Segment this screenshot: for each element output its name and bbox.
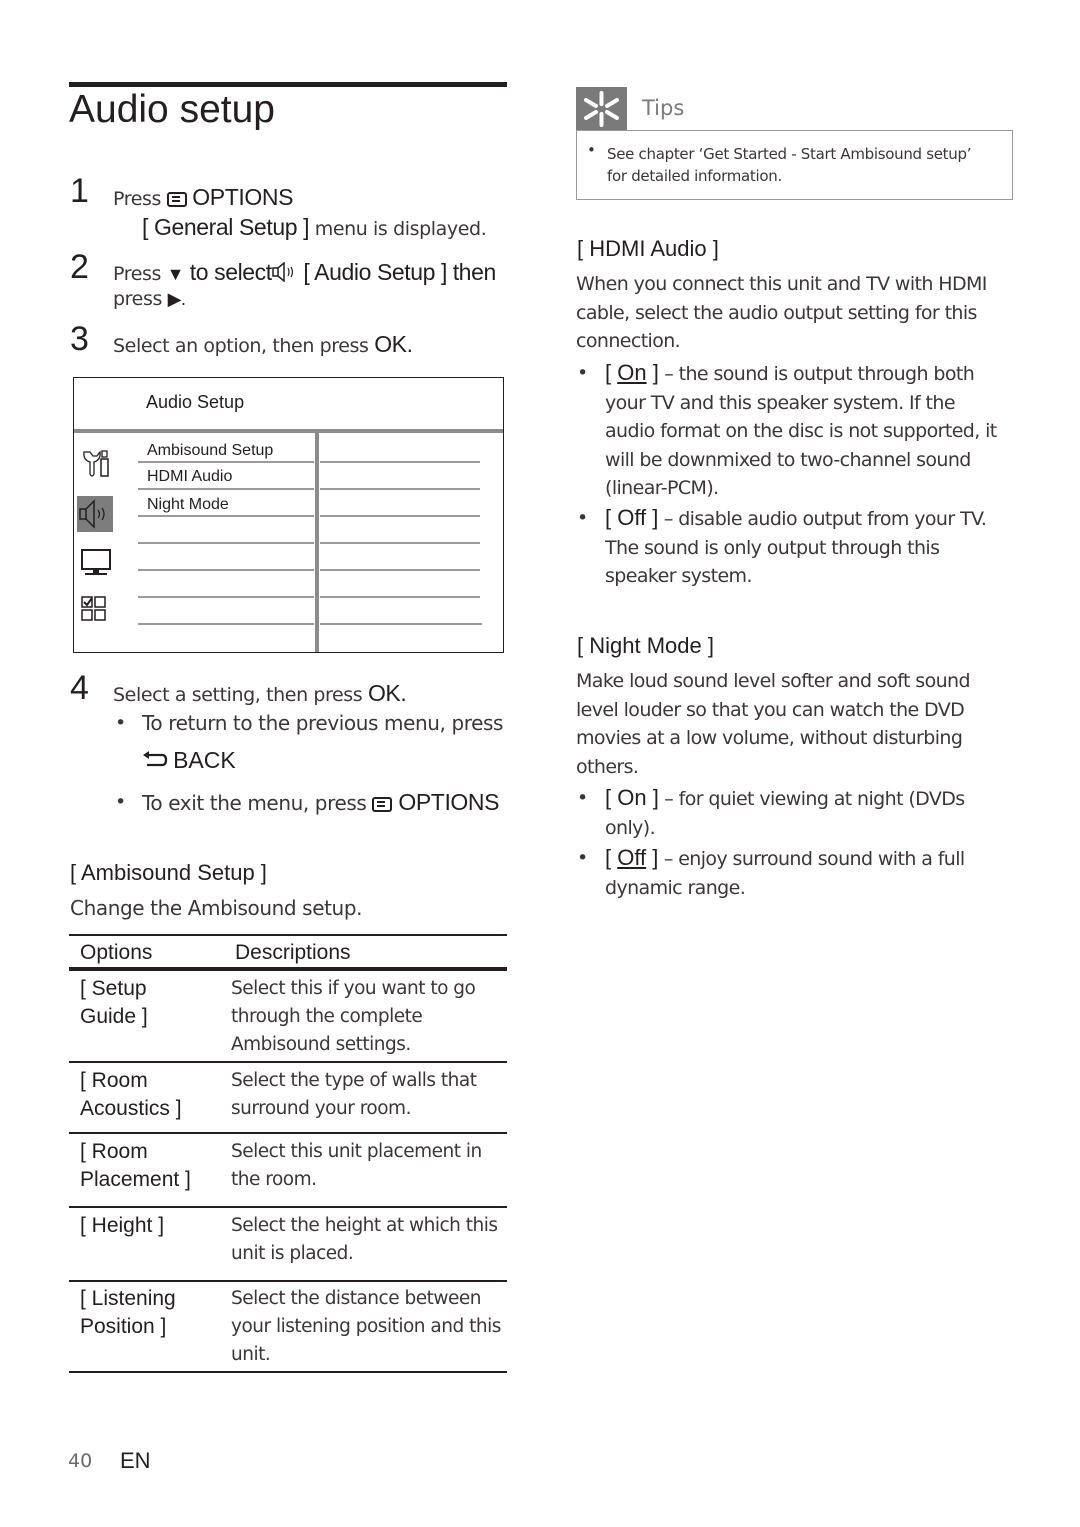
page-number: 40 (68, 1450, 93, 1472)
hdmi-option-off: • [ Off ] – disable audio output from yo… (577, 505, 987, 587)
table-row-option: [ Listening Position ] (80, 1287, 176, 1338)
menu-row-line (138, 488, 314, 490)
hdmi-audio-intro: When you connect this unit and TV with H… (576, 273, 987, 352)
menu-title: Audio Setup (146, 392, 245, 412)
menu-item-hdmi-audio[interactable]: HDMI Audio (147, 468, 232, 486)
step-3-text: Select an option, then press OK. (113, 331, 413, 357)
video-setup-icon[interactable] (80, 546, 114, 580)
audio-setup-menu-screen: Audio Setup Ambisound Setup HDMI Audio N… (73, 377, 504, 653)
night-option-on: • [ On ] – for quiet viewing at night (D… (577, 785, 965, 839)
menu-header-bar (74, 429, 503, 433)
arrow-down-icon: ▼ (166, 264, 185, 284)
night-mode-heading: [ Night Mode ] (577, 633, 714, 658)
step-1-result: [ General Setup ] menu is displayed. (142, 214, 487, 240)
step-number: 2 (70, 248, 89, 286)
tips-label: Tips (642, 96, 685, 120)
back-key-label: BACK (142, 747, 236, 774)
table-header-options: Options (80, 941, 153, 964)
menu-row-line (138, 542, 314, 544)
menu-row-line (320, 461, 480, 463)
table-header-descriptions: Descriptions (235, 941, 351, 964)
step-2-text: Press ▼ to select [ Audio Setup ] then (113, 259, 496, 285)
bullet-dot: • (115, 712, 126, 734)
menu-row-line (138, 515, 314, 517)
menu-row-line (320, 569, 480, 571)
options-key-icon (372, 797, 393, 812)
table-row-option: [ Room Placement ] (80, 1140, 191, 1191)
step-number: 4 (70, 669, 89, 707)
menu-row-line (320, 515, 480, 517)
ambisound-heading: [ Ambisound Setup ] (70, 860, 267, 885)
title-rule (69, 82, 507, 87)
option-on-default: On (617, 360, 647, 385)
back-arrow-icon (142, 751, 168, 769)
asterisk-icon (576, 87, 627, 131)
menu-row-line (320, 623, 482, 625)
language-code: EN (120, 1448, 151, 1473)
menu-row-line (320, 488, 480, 490)
table-header-rule (69, 967, 507, 971)
bullet-dot: • (115, 791, 126, 813)
table-row-option: [ Height ] (80, 1214, 165, 1237)
options-key-icon (166, 192, 187, 207)
table-row-description: Select this unit placement in the room. (231, 1141, 482, 1190)
table-row-rule (69, 1132, 507, 1134)
table-row-description: Select the height at which this unit is … (231, 1215, 498, 1264)
step-4-text: Select a setting, then press OK. (113, 680, 407, 706)
speaker-icon (272, 261, 298, 283)
table-row-description: Select the distance between your listeni… (231, 1288, 501, 1365)
menu-row-line (320, 542, 480, 544)
menu-item-night-mode[interactable]: Night Mode (147, 496, 229, 514)
menu-row-line (138, 596, 314, 598)
preference-setup-icon[interactable] (80, 594, 114, 628)
menu-row-line (138, 461, 314, 463)
menu-row-line (320, 596, 480, 598)
step-4-bullet-exit: To exit the menu, press OPTIONS (142, 789, 500, 815)
hdmi-option-on: • [ On ] – the sound is output through b… (577, 360, 997, 499)
tip-text: See chapter ‘Get Started - Start Ambisou… (607, 145, 972, 185)
bullet-dot: • (587, 141, 596, 159)
menu-item-ambisound-setup[interactable]: Ambisound Setup (147, 442, 273, 460)
general-setup-icon[interactable] (80, 448, 114, 482)
page-title: Audio setup (69, 88, 275, 131)
table-row-description: Select this if you want to go through th… (231, 978, 476, 1055)
hdmi-audio-heading: [ HDMI Audio ] (577, 236, 719, 261)
step-1-text: Press OPTIONS (113, 184, 294, 210)
menu-row-line (138, 569, 314, 571)
step-number: 3 (70, 320, 89, 358)
table-bottom-rule (69, 1371, 507, 1373)
table-row-option: [ Room Acoustics ] (80, 1069, 182, 1120)
menu-row-line (138, 623, 314, 625)
table-row-description: Select the type of walls that surround y… (231, 1070, 477, 1119)
option-off-default: Off (617, 845, 647, 870)
step-4-bullet-back: To return to the previous menu, press (142, 711, 504, 735)
table-row-rule (69, 1280, 507, 1282)
table-row-option: [ Setup Guide ] (80, 977, 148, 1028)
table-row-rule (69, 1206, 507, 1208)
arrow-right-icon: ▶. (167, 289, 186, 309)
night-option-off: • [ Off ] – enjoy surround sound with a … (577, 845, 965, 899)
table-row-rule (69, 1061, 507, 1063)
step-number: 1 (70, 172, 89, 210)
tips-box: • See chapter ‘Get Started - Start Ambis… (576, 130, 1013, 200)
audio-setup-icon[interactable] (77, 496, 113, 532)
table-top-rule (69, 934, 507, 936)
night-mode-intro: Make loud sound level softer and soft so… (576, 670, 971, 778)
ambisound-intro: Change the Ambisound setup. (70, 896, 363, 920)
step-2-text-line2: press ▶. (113, 288, 186, 310)
menu-column-divider (315, 433, 319, 652)
